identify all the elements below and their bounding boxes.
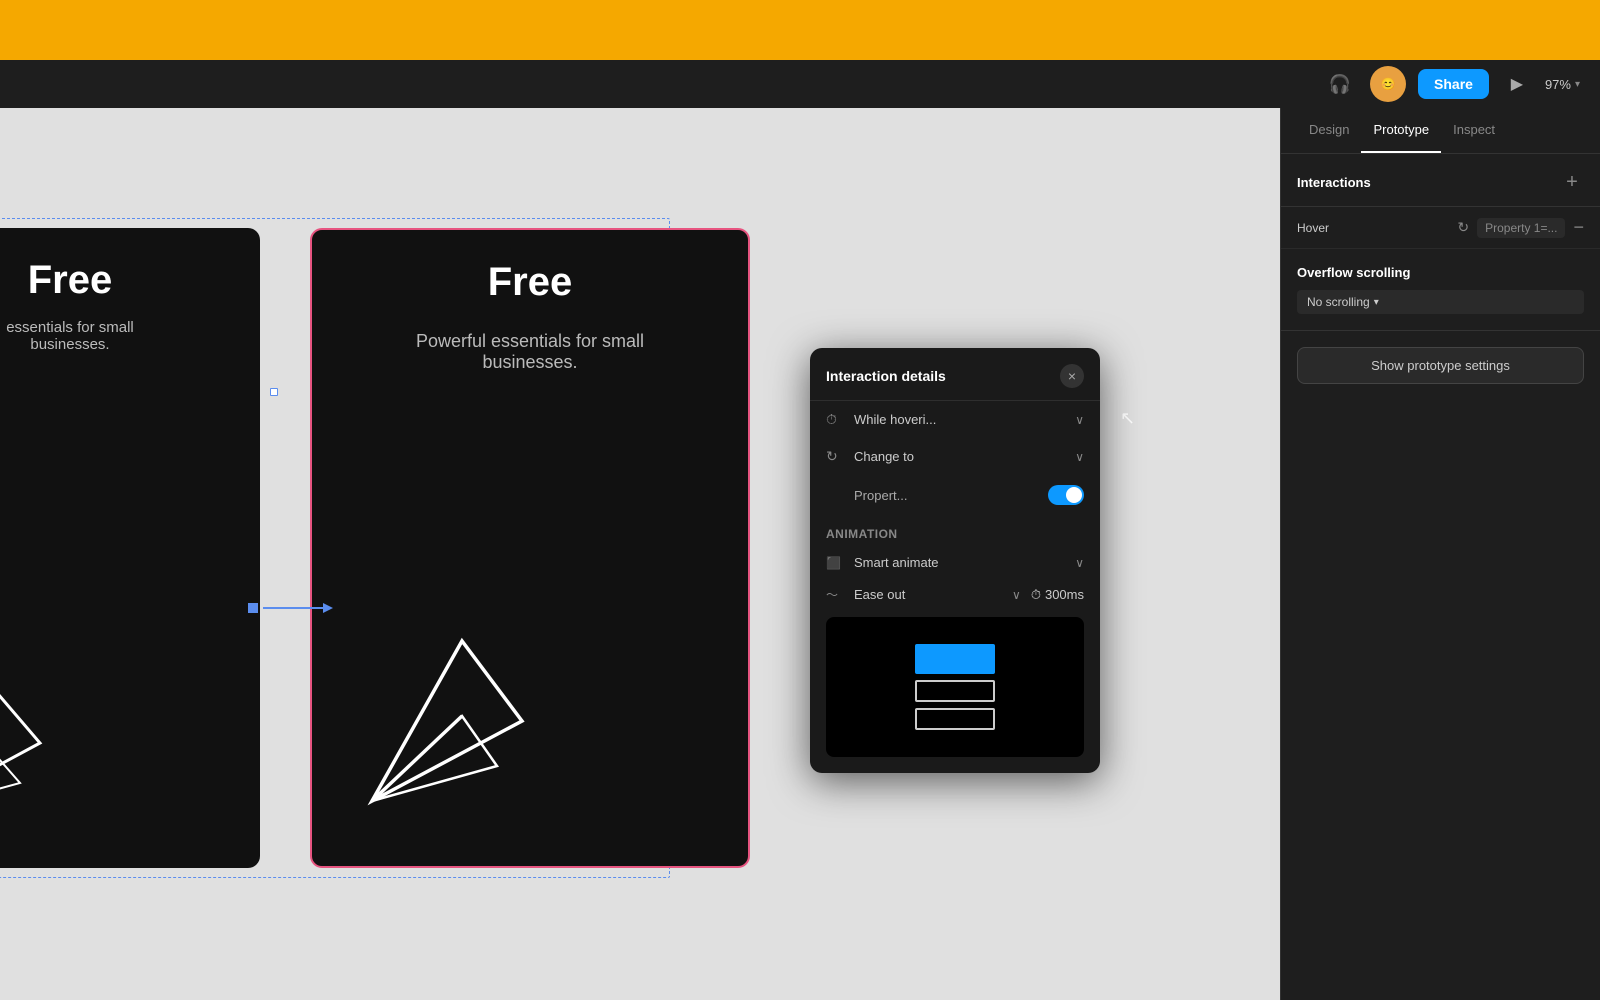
action-chevron: ∨ — [1075, 450, 1084, 464]
clock-icon-small: ⏱ — [1031, 587, 1041, 603]
trigger-chevron: ∨ — [1075, 413, 1084, 427]
panel-tabs: Design Prototype Inspect — [1281, 108, 1600, 154]
interaction-details-popup: Interaction details × ⏱ While hoveri... … — [810, 348, 1100, 773]
tab-inspect[interactable]: Inspect — [1441, 108, 1507, 153]
animation-section-label: Animation — [810, 515, 1100, 545]
clock-icon: ⏱ — [826, 411, 844, 428]
plane-icon-left — [0, 663, 60, 828]
popup-close-button[interactable]: × — [1060, 364, 1084, 388]
resize-handle[interactable] — [270, 388, 278, 396]
plane-icon-center — [352, 621, 552, 826]
easing-row[interactable]: 〜 Ease out ∨ ⏱ 300ms — [810, 580, 1100, 609]
popup-action-row[interactable]: ↻ Change to ∨ — [810, 438, 1100, 475]
headphones-icon[interactable]: 🎧 — [1322, 66, 1358, 102]
card-left-title: Free — [28, 258, 113, 303]
interaction-property-badge: Property 1=... — [1477, 218, 1565, 238]
popup-header: Interaction details × — [810, 348, 1100, 401]
interaction-trigger-text: Hover — [1297, 221, 1449, 235]
interactions-header: Interactions + — [1281, 154, 1600, 207]
remove-interaction-button[interactable]: − — [1573, 217, 1584, 238]
show-prototype-settings-button[interactable]: Show prototype settings — [1297, 347, 1584, 384]
card-center: Free Powerful essentials for smallbusine… — [310, 228, 750, 868]
cursor-indicator: ↖ — [1120, 408, 1135, 429]
overflow-chevron: ▾ — [1374, 297, 1379, 308]
popup-property-row[interactable]: Propert... — [810, 475, 1100, 515]
overflow-value: No scrolling — [1307, 295, 1370, 309]
card-center-title: Free — [488, 260, 573, 305]
overflow-label: Overflow scrolling — [1297, 265, 1584, 280]
popup-title: Interaction details — [826, 368, 946, 384]
avatar: 😊 — [1370, 66, 1406, 102]
animate-icon: ⬛ — [826, 556, 844, 570]
share-button[interactable]: Share — [1418, 69, 1489, 99]
preview-rect-blue — [915, 644, 995, 674]
tab-design[interactable]: Design — [1297, 108, 1361, 153]
easing-icon: 〜 — [826, 586, 844, 603]
overflow-section: Overflow scrolling No scrolling ▾ — [1281, 249, 1600, 331]
smart-animate-row[interactable]: ⬛ Smart animate ∨ — [810, 545, 1100, 580]
interaction-row[interactable]: Hover ↻ Property 1=... − — [1281, 207, 1600, 249]
duration-value[interactable]: ⏱ 300ms — [1031, 587, 1084, 603]
overflow-select[interactable]: No scrolling ▾ — [1297, 290, 1584, 314]
popup-trigger-row[interactable]: ⏱ While hoveri... ∨ — [810, 401, 1100, 438]
property-toggle[interactable] — [1048, 485, 1084, 505]
interactions-title: Interactions — [1297, 175, 1371, 190]
zoom-indicator[interactable]: 97% ▾ — [1545, 77, 1580, 92]
easing-label: Ease out — [854, 587, 1002, 602]
animation-preview — [826, 617, 1084, 757]
action-label: Change to — [854, 449, 1065, 464]
add-interaction-button[interactable]: + — [1560, 170, 1584, 194]
preview-rect-outline1 — [915, 680, 995, 702]
refresh-icon: ↻ — [1457, 219, 1469, 236]
card-left: Free essentials for smallbusinesses. — [0, 228, 260, 868]
connection-arrow — [248, 598, 338, 618]
card-center-subtitle: Powerful essentials for smallbusinesses. — [416, 331, 644, 373]
trigger-label: While hoveri... — [854, 412, 1065, 427]
play-button[interactable]: ▶ — [1501, 68, 1533, 100]
smart-animate-chevron: ∨ — [1075, 556, 1084, 570]
card-left-subtitle: essentials for smallbusinesses. — [6, 319, 134, 353]
change-icon: ↻ — [826, 448, 844, 465]
canvas-area: Free essentials for smallbusinesses. Fre… — [0, 108, 1280, 1000]
tab-prototype[interactable]: Prototype — [1361, 108, 1441, 153]
preview-rect-outline2 — [915, 708, 995, 730]
right-panel: Design Prototype Inspect Interactions + … — [1280, 108, 1600, 1000]
property-label: Propert... — [854, 488, 1038, 503]
smart-animate-label: Smart animate — [854, 555, 1065, 570]
easing-chevron: ∨ — [1012, 588, 1021, 602]
